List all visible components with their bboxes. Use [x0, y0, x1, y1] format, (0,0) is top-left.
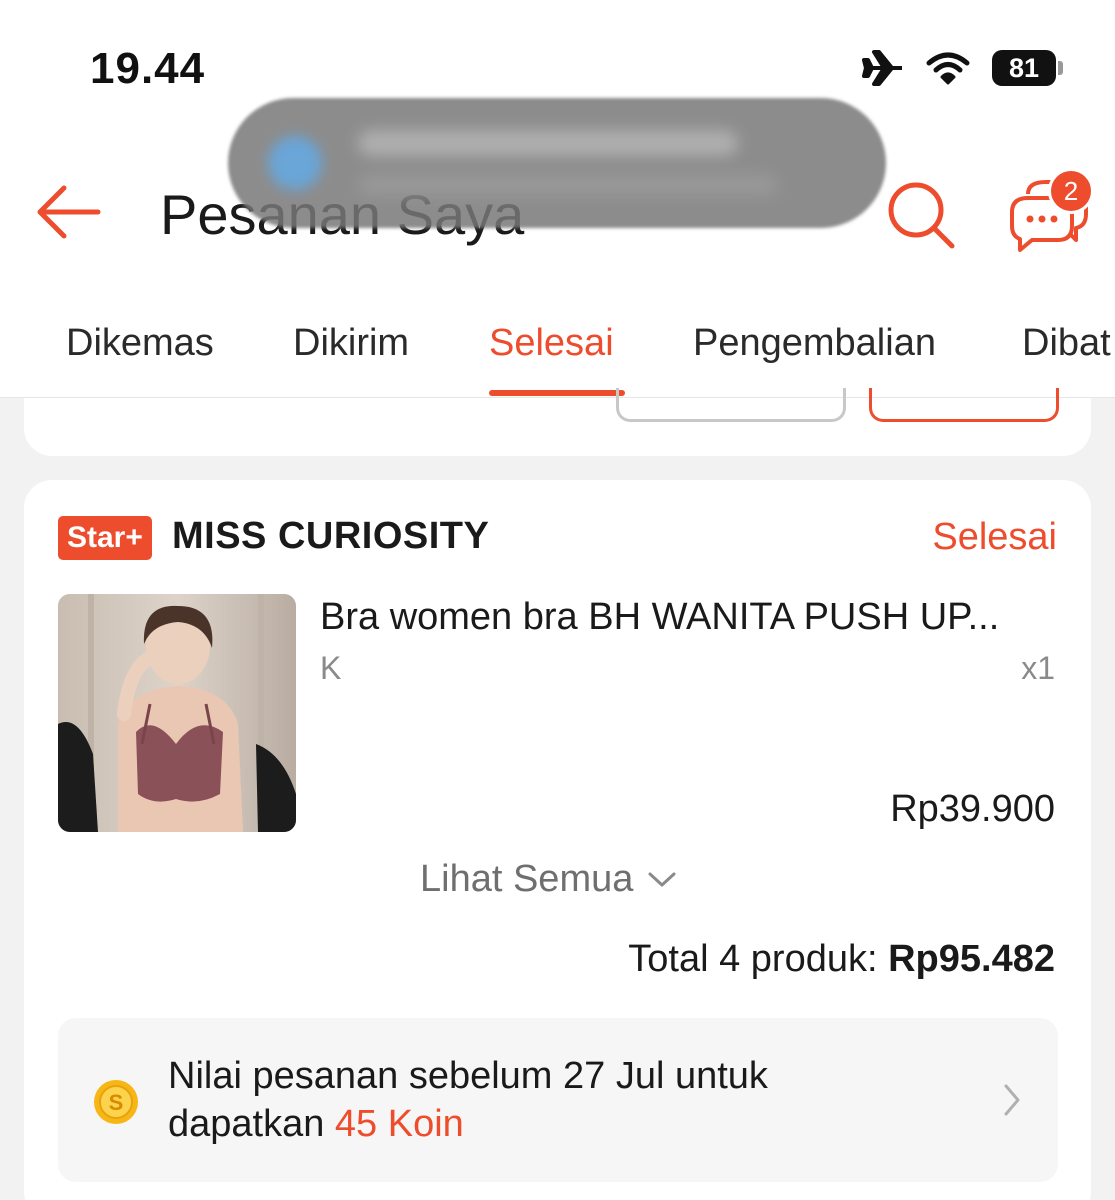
product-variant: K [320, 650, 342, 686]
svg-text:S: S [109, 1090, 124, 1115]
status-time: 19.44 [90, 44, 206, 93]
chevron-right-icon [1004, 1084, 1020, 1116]
coin-reward-banner[interactable]: S Nilai pesanan sebelum 27 Jul untuk dap… [58, 1018, 1058, 1182]
coin-reward-line2: dapatkan 45 Koin [168, 1100, 768, 1148]
star-plus-badge: Star+ [58, 516, 152, 560]
battery-level: 81 [992, 50, 1056, 86]
coin-reward-prefix: dapatkan [168, 1103, 335, 1145]
back-arrow-icon[interactable] [34, 182, 106, 242]
coin-reward-amount: 45 Koin [334, 1103, 464, 1145]
notification-app-icon [268, 136, 322, 190]
order-total: Total 4 produk: Rp95.482 [628, 938, 1055, 981]
order-total-value: Rp95.482 [888, 938, 1055, 980]
order-status-tabs: Dikemas Dikirim Selesai Pengembalian Dib… [0, 290, 1115, 398]
tab-dikirim[interactable]: Dikirim [293, 322, 409, 365]
battery-indicator: 81 [992, 50, 1063, 86]
battery-cap [1058, 61, 1063, 75]
previous-order-secondary-button[interactable] [616, 388, 846, 422]
previous-order-primary-button[interactable] [869, 388, 1059, 422]
product-quantity: x1 [1021, 650, 1055, 686]
airplane-icon [862, 50, 902, 86]
product-photo-illustration [58, 594, 296, 832]
active-tab-indicator [489, 390, 625, 396]
order-card[interactable]: Star+ MISS CURIOSITY Selesai Bra women b… [24, 480, 1091, 1200]
status-icons: 81 [862, 50, 1063, 86]
product-image[interactable] [58, 594, 296, 832]
order-status-label: Selesai [932, 516, 1057, 558]
chevron-down-icon [648, 872, 676, 886]
search-icon[interactable] [884, 178, 958, 252]
see-all-label: Lihat Semua [420, 858, 634, 900]
shop-name[interactable]: MISS CURIOSITY [172, 515, 489, 558]
notification-title-blurred [358, 130, 738, 156]
order-total-label: Total 4 produk: [628, 938, 878, 980]
product-price: Rp39.900 [890, 788, 1055, 830]
previous-order-card [24, 388, 1091, 456]
coin-reward-text: Nilai pesanan sebelum 27 Jul untuk dapat… [168, 1052, 768, 1148]
tab-pengembalian[interactable]: Pengembalian [693, 322, 936, 365]
notification-body-blurred [358, 174, 778, 196]
tab-dibatalkan[interactable]: Dibat [1022, 322, 1111, 365]
coin-reward-line1: Nilai pesanan sebelum 27 Jul untuk [168, 1055, 768, 1097]
tab-dikemas[interactable]: Dikemas [66, 322, 214, 365]
see-all-button[interactable]: Lihat Semua [420, 858, 677, 901]
wifi-icon [926, 52, 970, 85]
product-name[interactable]: Bra women bra BH WANITA PUSH UP... [320, 596, 1060, 639]
tab-selesai[interactable]: Selesai [489, 322, 614, 365]
chat-unread-badge: 2 [1048, 168, 1094, 214]
coin-icon: S [94, 1080, 138, 1124]
notification-banner[interactable] [228, 98, 886, 228]
